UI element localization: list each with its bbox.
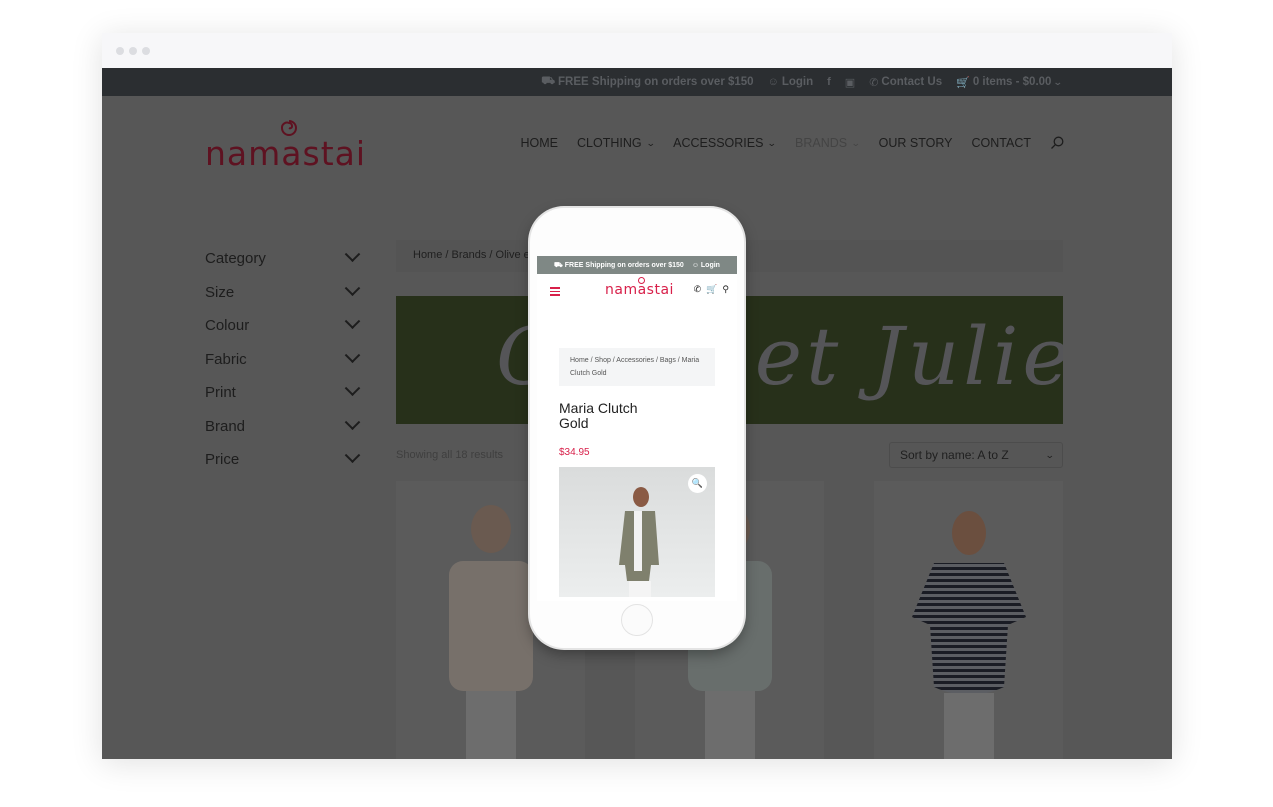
top-bar: ⛟ FREE Shipping on orders over $150 ☺ Lo… <box>102 68 1172 96</box>
site-header: namastai HOME CLOTHING ⌄ ACCESSORIES ⌄ BRA… <box>102 96 1172 226</box>
phone-header: namastai ✆ 🛒 ⚲ <box>537 274 737 312</box>
phone-screen: ⛟ FREE Shipping on orders over $150 ☺ Lo… <box>537 256 737 601</box>
filter-price[interactable]: Price <box>205 443 361 477</box>
chevron-down-icon: ⌄ <box>1053 76 1064 87</box>
facebook-link[interactable]: f <box>827 76 831 88</box>
zoom-icon[interactable]: 🔍 <box>688 474 707 493</box>
phone-icon: ✆ <box>869 76 879 89</box>
search-icon[interactable]: ⚲ <box>722 284 729 295</box>
phone-product-title: Maria Clutch Gold <box>559 400 638 431</box>
nav-contact[interactable]: CONTACT <box>972 136 1032 150</box>
phone-shipping-notice: ⛟ FREE Shipping on orders over $150 <box>554 261 684 269</box>
phone-logo[interactable]: namastai <box>605 282 674 298</box>
instagram-link[interactable]: ▣ <box>845 76 855 89</box>
chevron-down-icon <box>344 414 361 430</box>
filter-brand[interactable]: Brand <box>205 410 361 444</box>
chevron-down-icon <box>344 280 361 296</box>
phone-header-icons: ✆ 🛒 ⚲ <box>694 284 729 295</box>
phone-mockup: ⛟ FREE Shipping on orders over $150 ☺ Lo… <box>530 208 744 648</box>
truck-icon: ⛟ <box>541 75 556 87</box>
browser-chrome <box>102 33 1172 68</box>
filter-print[interactable]: Print <box>205 376 361 410</box>
cart-icon: 🛒 <box>956 76 970 89</box>
filter-colour[interactable]: Colour <box>205 309 361 343</box>
chevron-down-icon <box>344 380 361 397</box>
window-dot-minimize[interactable] <box>129 47 137 55</box>
phone-login-link[interactable]: ☺ Login <box>692 262 720 269</box>
chevron-down-icon: ⌄ <box>850 137 861 148</box>
chevron-down-icon <box>344 447 361 464</box>
user-icon: ☺ <box>691 261 701 269</box>
phone-breadcrumb[interactable]: Home / Shop / Accessories / Bags / Maria… <box>559 348 715 386</box>
nav-brands[interactable]: BRANDS ⌄ <box>795 136 861 150</box>
chevron-down-icon <box>344 246 361 263</box>
cart-link[interactable]: 🛒 0 items - $0.00 ⌄ <box>956 76 1064 89</box>
user-icon: ☺ <box>767 76 779 88</box>
window-dot-close[interactable] <box>116 47 124 55</box>
chevron-down-icon <box>344 313 361 330</box>
instagram-icon: ▣ <box>844 76 856 89</box>
chevron-down-icon: ⌄ <box>767 137 778 148</box>
search-button[interactable] <box>1050 136 1064 150</box>
product-image <box>911 511 1026 759</box>
nav-clothing[interactable]: CLOTHING ⌄ <box>577 136 656 150</box>
login-link[interactable]: ☺ Login <box>768 76 814 88</box>
hamburger-menu-icon[interactable] <box>550 287 560 298</box>
phone-home-button <box>621 604 653 636</box>
product-card[interactable] <box>874 481 1063 759</box>
nav-our-story[interactable]: OUR STORY <box>879 136 953 150</box>
nav-accessories[interactable]: ACCESSORIES ⌄ <box>673 136 778 150</box>
filter-fabric[interactable]: Fabric <box>205 343 361 377</box>
phone-icon[interactable]: ✆ <box>694 284 702 295</box>
chevron-down-icon <box>344 347 361 363</box>
filter-category[interactable]: Category <box>205 242 361 276</box>
contact-us-link[interactable]: ✆ Contact Us <box>869 76 942 89</box>
nav-home[interactable]: HOME <box>521 136 559 150</box>
filter-size[interactable]: Size <box>205 276 361 310</box>
window-dot-maximize[interactable] <box>142 47 150 55</box>
facebook-icon: f <box>827 76 831 88</box>
chevron-down-icon: ⌄ <box>645 137 656 148</box>
phone-top-bar: ⛟ FREE Shipping on orders over $150 ☺ Lo… <box>537 256 737 274</box>
phone-product-image[interactable]: 🔍 <box>559 467 715 597</box>
main-nav: HOME CLOTHING ⌄ ACCESSORIES ⌄ BRANDS ⌄ OUR … <box>521 136 1065 150</box>
shipping-notice: ⛟ FREE Shipping on orders over $150 <box>541 75 754 88</box>
sort-select[interactable]: Sort by name: A to Z ⌄ <box>889 442 1063 468</box>
cart-icon[interactable]: 🛒 <box>706 284 717 295</box>
chevron-down-icon: ⌄ <box>1045 449 1056 460</box>
truck-icon: ⛟ <box>554 261 565 269</box>
model-figure <box>619 487 659 597</box>
logo-text: namastai <box>205 134 367 173</box>
filter-sidebar: Category Size Colour Fabric Print Brand … <box>205 242 361 477</box>
search-icon <box>1051 136 1064 149</box>
phone-product-price: $34.95 <box>559 447 590 458</box>
result-count: Showing all 18 results <box>396 449 504 461</box>
